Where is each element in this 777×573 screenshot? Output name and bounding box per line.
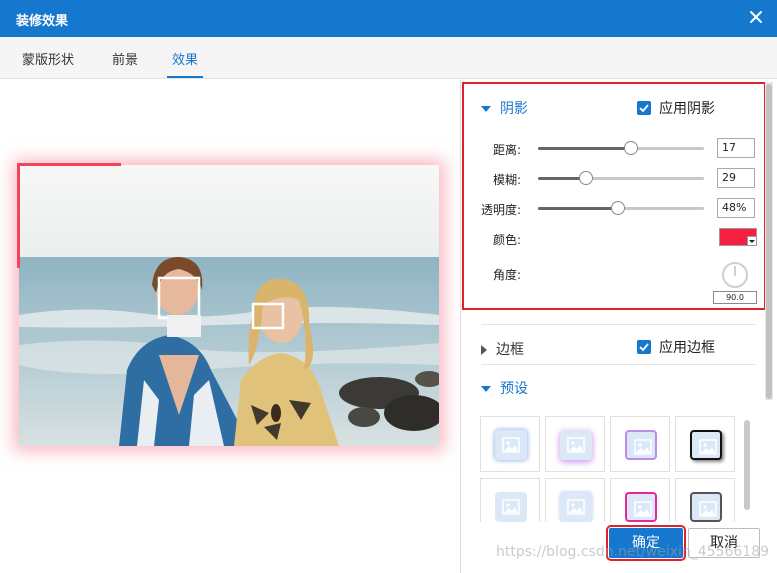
checkmark-icon [637,101,651,115]
expand-arrow-icon [481,386,491,392]
blur-label: 模糊: [492,173,521,187]
distance-slider[interactable] [538,140,704,156]
scrollbar-thumb[interactable] [766,84,772,399]
preset-tile[interactable] [675,478,735,522]
slider-thumb[interactable] [611,201,625,215]
apply-shadow-checkbox[interactable]: 应用阴影 [637,98,715,118]
presets-grid [480,414,756,522]
tab-bar: 蒙版形状 前景 效果 [0,37,777,79]
shadow-color-picker[interactable] [719,228,757,246]
angle-input[interactable]: 90.0 [713,291,757,304]
blur-input[interactable]: 29 [717,168,755,188]
distance-label: 距离: [492,143,521,157]
apply-shadow-label: 应用阴影 [659,101,715,117]
angle-dial[interactable] [722,262,748,288]
dropdown-arrow-icon [747,236,756,245]
tab-mask-shape[interactable]: 蒙版形状 [22,49,74,68]
presets-scrollbar[interactable] [744,420,750,510]
effects-panel: 阴影 应用阴影 距离: 17 模糊: 29 透明度: 48% 颜色: 角度: 9… [461,80,777,573]
border-section-label: 边框 [496,342,524,358]
image-placeholder-icon [625,492,657,522]
image-placeholder-icon [560,430,592,460]
beach-photo [19,165,439,446]
apply-border-label: 应用边框 [659,340,715,356]
image-placeholder-icon [625,430,657,460]
image-placeholder-icon [495,430,527,460]
window-title: 装修效果 [16,14,69,29]
border-section-header[interactable]: 边框 [481,339,524,359]
preset-tile[interactable] [610,478,670,522]
distance-input[interactable]: 17 [717,138,755,158]
preset-tile[interactable] [480,478,540,522]
opacity-slider[interactable] [538,200,704,216]
close-icon[interactable] [745,6,767,28]
collapse-arrow-icon [481,345,487,355]
image-placeholder-icon [690,492,722,522]
slider-fill [538,147,631,150]
image-placeholder-icon [560,492,592,522]
preset-tile[interactable] [610,416,670,472]
tab-foreground[interactable]: 前景 [112,49,138,68]
angle-label: 角度: [492,268,521,282]
shadow-section-label: 阴影 [500,101,528,117]
preset-tile[interactable] [545,416,605,472]
photo-frame[interactable] [19,165,439,446]
slider-fill [538,207,618,210]
title-bar: 装修效果 [0,0,777,37]
expand-arrow-icon [481,106,491,112]
section-divider [481,324,756,325]
tab-effects[interactable]: 效果 [172,49,198,68]
shadow-section-header[interactable]: 阴影 [481,98,528,118]
preset-tile[interactable] [480,416,540,472]
slider-thumb[interactable] [624,141,638,155]
section-divider [481,364,756,365]
color-label: 颜色: [492,233,521,247]
cancel-button[interactable]: 取消 [688,528,760,558]
active-tab-indicator [167,76,203,78]
opacity-input[interactable]: 48% [717,198,755,218]
apply-border-checkbox[interactable]: 应用边框 [637,337,715,357]
preview-area [0,80,460,573]
image-placeholder-icon [495,492,527,522]
presets-section-label: 预设 [500,381,528,397]
preset-tile[interactable] [545,478,605,522]
preset-tile[interactable] [675,416,735,472]
opacity-label: 透明度: [480,203,521,217]
selection-edge-left [17,163,20,268]
selection-edge-top [17,163,121,166]
slider-thumb[interactable] [579,171,593,185]
checkmark-icon [637,340,651,354]
blur-slider[interactable] [538,170,704,186]
presets-section-header[interactable]: 预设 [481,378,528,398]
ok-button[interactable]: 确定 [606,525,686,561]
panel-scrollbar[interactable] [765,82,773,400]
image-placeholder-icon [690,430,722,460]
